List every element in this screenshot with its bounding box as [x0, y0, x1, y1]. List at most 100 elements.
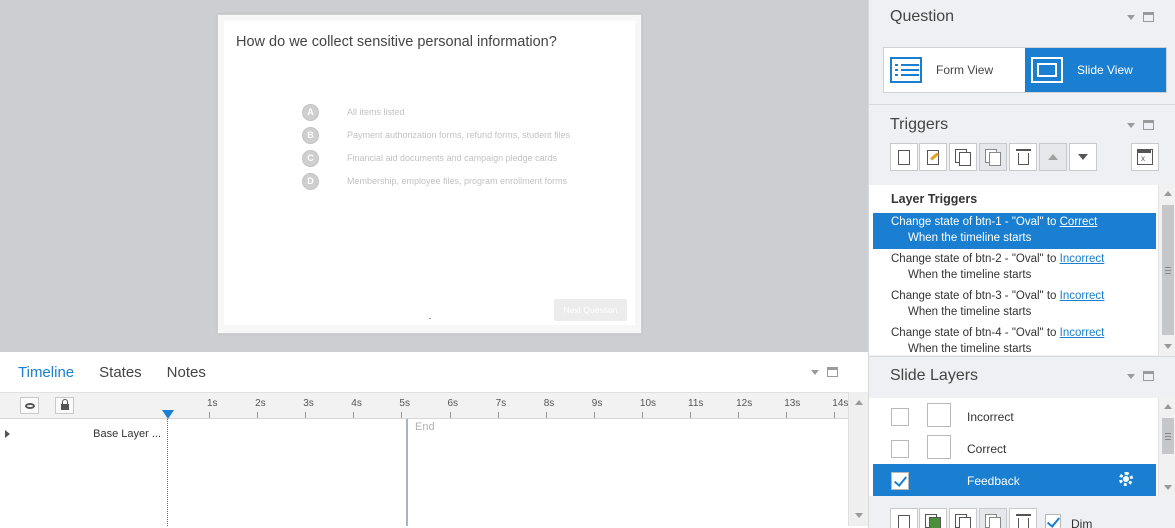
divider	[869, 104, 1175, 105]
choice-badge: B	[302, 126, 319, 144]
gear-icon[interactable]	[1119, 472, 1133, 486]
end-label: End	[415, 421, 435, 433]
duplicate-icon	[925, 513, 941, 528]
duplicate-layer-button[interactable]	[919, 508, 947, 528]
float-window-icon[interactable]	[1143, 371, 1154, 381]
scroll-thumb[interactable]	[1162, 418, 1174, 454]
eye-icon	[24, 402, 35, 409]
edit-trigger-button[interactable]	[919, 143, 947, 171]
arrow-down-icon	[1078, 154, 1088, 160]
trigger-state-link[interactable]: Correct	[1060, 216, 1098, 228]
end-marker[interactable]	[406, 419, 408, 526]
layer-item-feedback[interactable]: Feedback	[873, 464, 1156, 496]
tick-mark	[690, 412, 691, 418]
float-window-icon[interactable]	[827, 367, 838, 377]
layer-item-correct[interactable]: Correct	[873, 432, 1156, 464]
timeline-panel: Timeline States Notes 1s 2s 3s 4s 5s 6s 7s 8s 9s…	[0, 352, 868, 528]
choice-text: All items listed	[347, 107, 405, 117]
lock-icon	[60, 399, 69, 410]
copy-icon	[955, 148, 971, 166]
tick-label: 10s	[639, 398, 657, 409]
paste-layer-button[interactable]	[979, 508, 1007, 528]
trigger-item[interactable]: Change state of btn-3 - "Oval" to Incorr…	[873, 287, 1156, 323]
copy-layer-button[interactable]	[949, 508, 977, 528]
tick-label: 14s	[832, 398, 849, 409]
slide-layers-section-title: Slide Layers	[890, 367, 979, 384]
choice-b[interactable]: B Payment authorization forms, refund fo…	[302, 126, 570, 144]
dim-checkbox[interactable]	[1045, 514, 1061, 528]
scroll-down-icon[interactable]	[1164, 344, 1172, 349]
layer-visibility-checkbox[interactable]	[891, 440, 909, 458]
visibility-toggle-button[interactable]	[20, 397, 39, 414]
playhead-handle[interactable]	[162, 410, 174, 419]
new-trigger-button[interactable]	[890, 143, 918, 171]
variables-button[interactable]: x	[1131, 143, 1159, 171]
tick-label: 12s	[736, 398, 753, 409]
scroll-up-icon[interactable]	[855, 400, 863, 405]
float-window-icon[interactable]	[1143, 12, 1154, 22]
scroll-up-icon[interactable]	[1164, 404, 1172, 409]
tick-mark	[738, 412, 740, 418]
tick-mark	[593, 412, 595, 418]
trigger-item[interactable]: Change state of btn-4 - "Oval" to Incorr…	[873, 324, 1156, 355]
collapse-icon[interactable]	[1127, 14, 1135, 20]
lock-toggle-button[interactable]	[55, 397, 74, 414]
trigger-state-link[interactable]: Incorrect	[1060, 253, 1105, 265]
tick-mark	[401, 412, 403, 418]
move-up-button[interactable]	[1039, 143, 1067, 171]
tick-mark	[545, 412, 547, 418]
timeline-tabs: Timeline States Notes	[0, 352, 868, 392]
collapse-icon[interactable]	[1127, 373, 1135, 379]
choice-a[interactable]: A All items listed	[302, 103, 405, 121]
trigger-item[interactable]: Change state of btn-2 - "Oval" to Incorr…	[873, 250, 1156, 286]
slide-canvas[interactable]: How do we collect sensitive personal inf…	[217, 14, 642, 334]
timeline-ruler[interactable]: 1s 2s 3s 4s 5s 6s 7s 8s 9s 10s 11s 12s 13s 14s	[0, 392, 848, 419]
tab-states[interactable]: States	[99, 364, 142, 381]
paste-icon	[985, 148, 1001, 166]
expand-arrow-icon[interactable]	[5, 430, 10, 438]
trash-icon	[1015, 148, 1031, 165]
collapse-icon[interactable]	[1127, 122, 1135, 128]
scroll-down-icon[interactable]	[855, 513, 863, 518]
float-window-icon[interactable]	[1143, 120, 1154, 130]
collapse-icon[interactable]	[811, 369, 819, 375]
trigger-item[interactable]: Change state of btn-1 - "Oval" to Correc…	[873, 213, 1156, 249]
new-layer-button[interactable]	[890, 508, 918, 528]
layer-visibility-checkbox[interactable]	[891, 472, 909, 490]
scroll-thumb[interactable]	[1162, 205, 1174, 335]
trigger-text: Change state of btn-2 - "Oval" to	[891, 253, 1060, 265]
timeline-panel-controls	[811, 367, 838, 377]
timeline-scrollbar[interactable]	[848, 392, 868, 526]
tab-timeline[interactable]: Timeline	[18, 364, 74, 381]
scroll-up-icon[interactable]	[1164, 191, 1172, 196]
trigger-scrollbar[interactable]	[1158, 185, 1175, 355]
divider	[869, 356, 1175, 357]
layer-visibility-checkbox[interactable]	[891, 408, 909, 426]
copy-trigger-button[interactable]	[949, 143, 977, 171]
tab-notes[interactable]: Notes	[167, 364, 206, 381]
layer-name: Correct	[967, 442, 1007, 456]
scroll-down-icon[interactable]	[1164, 485, 1172, 490]
trigger-when: When the timeline starts	[908, 232, 1032, 244]
trigger-text: Change state of btn-3 - "Oval" to	[891, 290, 1060, 302]
form-view-button[interactable]: Form View	[884, 48, 1025, 92]
tick-mark	[449, 412, 451, 418]
choice-d[interactable]: D Membership, employee files, program en…	[302, 172, 567, 190]
choice-c[interactable]: C Financial aid documents and campaign p…	[302, 149, 557, 167]
delete-trigger-button[interactable]	[1009, 143, 1037, 171]
delete-layer-button[interactable]	[1009, 508, 1037, 528]
next-question-button[interactable]: Next Question	[554, 299, 627, 321]
move-down-button[interactable]	[1069, 143, 1097, 171]
question-text[interactable]: How do we collect sensitive personal inf…	[236, 34, 557, 50]
slide-stage: How do we collect sensitive personal inf…	[0, 0, 868, 352]
question-panel-controls	[1127, 12, 1154, 22]
tick-label: 1s	[207, 398, 218, 409]
timeline-layer-row[interactable]: Base Layer ...	[0, 427, 167, 443]
slide-view-button[interactable]: Slide View	[1025, 48, 1166, 92]
trigger-state-link[interactable]: Incorrect	[1060, 290, 1105, 302]
paste-trigger-button[interactable]	[979, 143, 1007, 171]
layers-scrollbar[interactable]	[1158, 398, 1175, 496]
layer-item-incorrect[interactable]: Incorrect	[873, 400, 1156, 432]
trigger-when: When the timeline starts	[908, 343, 1032, 355]
trigger-state-link[interactable]: Incorrect	[1060, 327, 1105, 339]
